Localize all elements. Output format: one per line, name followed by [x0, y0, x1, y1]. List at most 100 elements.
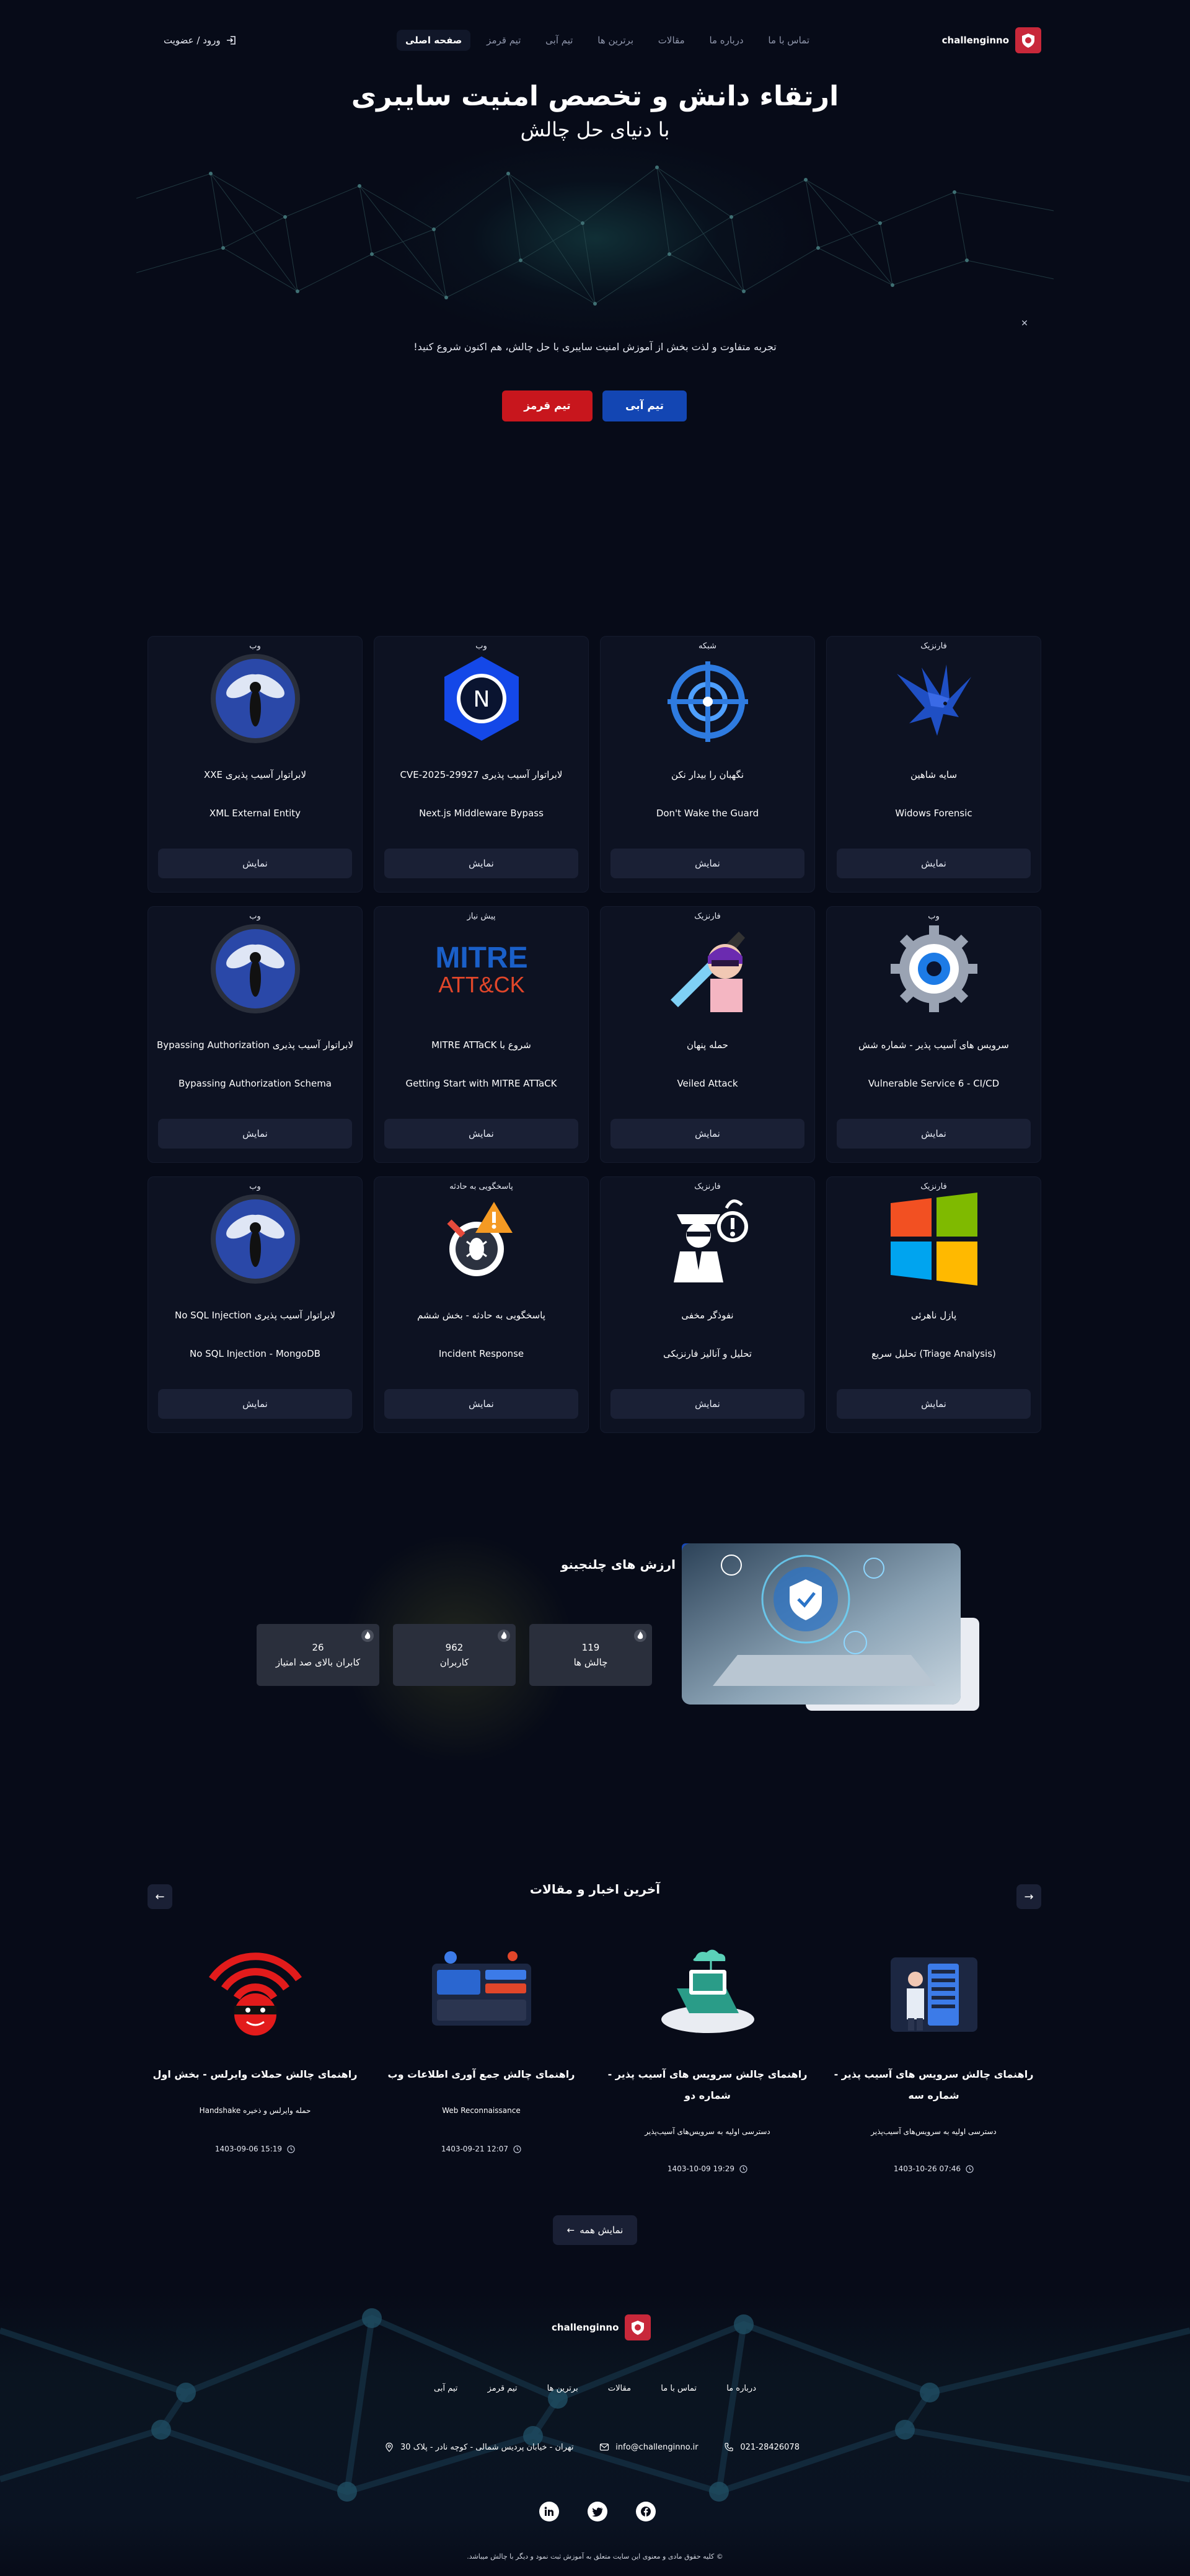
clock-icon — [287, 2145, 295, 2153]
footer-link-top-users[interactable]: برترین ها — [547, 2384, 578, 2393]
target-icon — [658, 649, 757, 748]
show-challenge-button[interactable]: نمایش — [384, 1389, 578, 1419]
challenge-title-fa: پازل ناهرئی — [910, 1310, 957, 1321]
challenge-card: وب لابراتوار آسیب پذیری No SQL Injection… — [148, 1176, 363, 1433]
challenge-title-en: Getting Start with MITRE ATTaCK — [405, 1078, 557, 1089]
values-title: ارزش های چلنجینو — [560, 1557, 676, 1572]
twitter-icon[interactable] — [588, 2502, 607, 2521]
footer-link-articles[interactable]: مقالات — [608, 2384, 631, 2393]
mail-icon — [600, 2443, 609, 2451]
copyright: © کلیه حقوق مادی و معنوی این سایت متعلق … — [467, 2552, 723, 2561]
svg-text:N: N — [473, 687, 490, 712]
news-item[interactable]: راهنمای چالش سرویس های آسیب پذیر - شماره… — [826, 1940, 1041, 2188]
challenge-title-en: تحلیل و آنالیز فارنزیکی — [663, 1348, 752, 1359]
nav-top-users[interactable]: برترین ها — [589, 30, 642, 51]
login-button[interactable]: ورود / عضویت — [164, 35, 237, 46]
logo-text: challenginno — [941, 35, 1009, 46]
blue-team-button[interactable]: تیم آبی — [602, 390, 687, 421]
news-item[interactable]: راهنمای چالش سرویس های آسیب پذیر - شماره… — [600, 1940, 815, 2188]
cloud-laptop-illustration — [652, 1945, 764, 2038]
news-date: 1403-10-26 07:46 — [826, 2164, 1041, 2173]
nav-contact[interactable]: تماس با ما — [759, 30, 818, 51]
show-challenge-button[interactable]: نمایش — [158, 849, 352, 878]
show-challenge-button[interactable]: نمایش — [158, 1389, 352, 1419]
red-team-button[interactable]: تیم قرمز — [502, 390, 593, 421]
footer-email-text: info@challenginno.ir — [615, 2442, 699, 2452]
footer-email[interactable]: info@challenginno.ir — [599, 2442, 699, 2452]
show-challenge-button[interactable]: نمایش — [837, 1389, 1031, 1419]
challenge-title-en: Bypassing Authorization Schema — [178, 1078, 332, 1089]
news-excerpt: دسترسی اولیه به سرویس‌های آسیب‌پذیر — [645, 2127, 770, 2136]
news-item[interactable]: راهنمای چالش جمع آوری اطلاعات وب Web Rec… — [374, 1940, 589, 2188]
next-arrow-icon[interactable]: → — [1016, 1884, 1041, 1909]
challenge-card: پاسخگویی به حادثه پاسخگویی به حادثه - بخ… — [374, 1176, 589, 1433]
nav-red-team[interactable]: تیم قرمز — [478, 30, 529, 51]
clock-icon — [739, 2164, 747, 2173]
windows-logo-icon — [884, 1189, 984, 1289]
stat-label: کاربران — [439, 1657, 469, 1668]
network-mesh-background — [136, 165, 1054, 306]
challenge-title-fa: نگهبان را بیدار نکن — [671, 769, 744, 780]
prev-arrow-icon[interactable]: ← — [148, 1884, 172, 1909]
news-date-text: 1403-09-06 15:19 — [214, 2145, 283, 2153]
fire-icon — [361, 1630, 374, 1642]
challenge-card: فارنزیک نفوذگر مخفی تحلیل و آنالیز فارنز… — [600, 1176, 815, 1433]
challenge-title-en: Incident Response — [438, 1348, 524, 1359]
fire-icon — [634, 1630, 646, 1642]
arrow-left-icon: ← — [566, 2225, 575, 2236]
hero-title: ارتقاء دانش و تخصص امنیت سایبری — [351, 81, 839, 112]
stats-row: 26 کابران بالای صد امتیاز 962 کاربران 11… — [257, 1624, 652, 1686]
facebook-icon[interactable] — [636, 2502, 656, 2521]
challenge-title-en: XML External Entity — [209, 808, 301, 819]
owasp-wasp-icon — [206, 1189, 305, 1289]
show-challenge-button[interactable]: نمایش — [384, 849, 578, 878]
show-challenge-button[interactable]: نمایش — [837, 1119, 1031, 1149]
close-icon[interactable]: ✕ — [1019, 318, 1030, 329]
news-title: راهنمای چالش سرویس های آسیب پذیر - شماره… — [607, 2068, 808, 2101]
show-challenge-button[interactable]: نمایش — [610, 1119, 804, 1149]
footer-link-contact[interactable]: تماس با ما — [661, 2384, 697, 2393]
footer-phone-text: 021-28426078 — [740, 2442, 800, 2452]
news-title: راهنمای چالش سرویس های آسیب پذیر - شماره… — [834, 2068, 1034, 2101]
show-challenge-button[interactable]: نمایش — [158, 1119, 352, 1149]
nav-articles[interactable]: مقالات — [650, 30, 694, 51]
footer-link-red-team[interactable]: تیم قرمز — [488, 2384, 518, 2393]
nav-blue-team[interactable]: تیم آبی — [537, 30, 581, 51]
footer-phone[interactable]: 021-28426078 — [724, 2442, 800, 2452]
hero-subtitle: با دنیای حل چالش — [520, 118, 670, 141]
linkedin-icon[interactable] — [539, 2502, 559, 2521]
show-challenge-button[interactable]: نمایش — [384, 1119, 578, 1149]
nav-about[interactable]: درباره ما — [700, 30, 752, 51]
show-challenge-button[interactable]: نمایش — [610, 849, 804, 878]
news-date-text: 1403-09-21 12:07 — [441, 2145, 509, 2153]
show-challenge-button[interactable]: نمایش — [837, 849, 1031, 878]
show-all-label: نمایش همه — [580, 2225, 624, 2236]
challenge-card: وب لابراتوار آسیب پذیری XXE XML External… — [148, 636, 363, 893]
nav-home[interactable]: صفحه اصلی — [397, 30, 471, 51]
page: challenginno صفحه اصلی تیم قرمز تیم آبی … — [0, 0, 1190, 2576]
owasp-wasp-icon — [206, 919, 305, 1018]
news-section-title: آخرین اخبار و مقالات — [529, 1882, 661, 1897]
owasp-wasp-icon — [206, 649, 305, 748]
news-title: راهنمای چالش حملات وایرلس - بخش اول — [152, 2068, 358, 2080]
challenge-title-fa: پاسخگویی به حادثه - بخش ششم — [417, 1310, 545, 1321]
footer-logo[interactable]: challenginno — [552, 2314, 651, 2340]
site-logo[interactable]: challenginno — [942, 27, 1041, 53]
challenge-title-en: No SQL Injection - MongoDB — [189, 1348, 321, 1359]
stat-label: چالش ها — [573, 1657, 608, 1668]
show-challenge-button[interactable]: نمایش — [610, 1389, 804, 1419]
stat-card-users: 962 کاربران — [393, 1624, 516, 1686]
news-item[interactable]: راهنمای چالش حملات وایرلس - بخش اول حمله… — [148, 1940, 363, 2188]
svg-text:ATT&CK: ATT&CK — [438, 972, 524, 997]
nextjs-icon: N — [432, 649, 531, 748]
show-all-button[interactable]: نمایش همه ← — [553, 2215, 637, 2245]
stat-card-challenges: 119 چالش ها — [529, 1624, 652, 1686]
challenge-title-en: Next.js Middleware Bypass — [419, 808, 544, 819]
footer-link-about[interactable]: درباره ما — [726, 2384, 756, 2393]
news-excerpt: حمله وایرلس و ذخیره Handshake — [199, 2106, 311, 2115]
footer-link-blue-team[interactable]: تیم آبی — [434, 2384, 457, 2393]
shield-logo-icon — [625, 2314, 651, 2340]
location-pin-icon — [386, 2442, 393, 2452]
footer-address-text: تهران - خیابان پردیس شمالی - کوچه نادر -… — [400, 2442, 574, 2452]
challenge-card: وب N لابراتوار آسیب پذیری CVE-2025-29927… — [374, 636, 589, 893]
